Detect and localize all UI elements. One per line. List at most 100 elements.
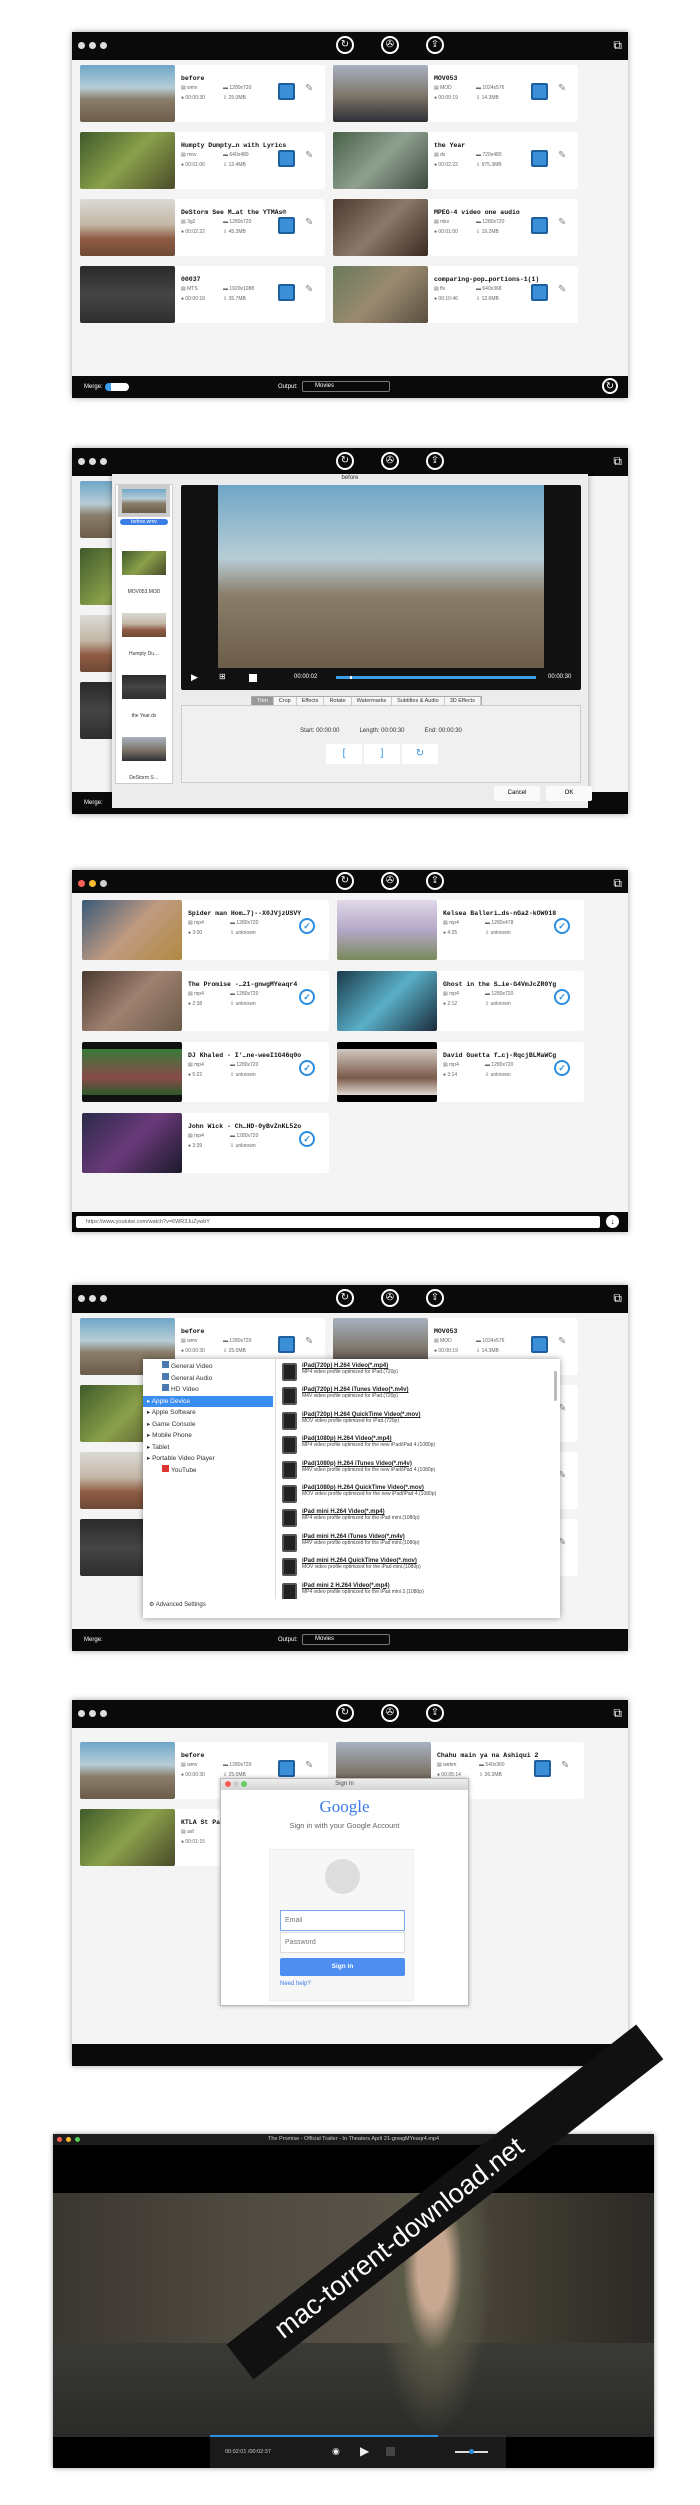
format-icon[interactable]: [531, 150, 548, 167]
download-icon[interactable]: ✇: [381, 452, 399, 470]
window-dot[interactable]: [89, 1295, 96, 1302]
output-select[interactable]: Movies: [302, 381, 390, 392]
window-dot[interactable]: [100, 1295, 107, 1302]
window-dot[interactable]: [89, 1710, 96, 1717]
category-item[interactable]: ▸ Apple Device: [143, 1395, 273, 1407]
format-icon[interactable]: [531, 217, 548, 234]
profile-item[interactable]: iPad(720p) H.264 Video(*.mp4) MP4 video p…: [276, 1359, 553, 1383]
window-dot[interactable]: [89, 42, 96, 49]
video-item[interactable]: John Wick - Ch…HD-0yBvZnKL52o ▤ mp4 ● 3:39…: [82, 1113, 329, 1173]
window-dot[interactable]: [100, 1710, 107, 1717]
category-item[interactable]: YouTube: [143, 1464, 273, 1477]
share-icon[interactable]: ⇪: [426, 36, 444, 54]
volume-slider[interactable]: [455, 2449, 488, 2454]
window-controls[interactable]: [78, 1710, 107, 1717]
window-controls[interactable]: [78, 880, 107, 887]
convert-icon[interactable]: ↻: [336, 36, 354, 54]
edit-pencil-icon[interactable]: ✎: [558, 284, 566, 295]
check-icon[interactable]: ✓: [554, 989, 570, 1005]
merge-toggle[interactable]: [105, 383, 129, 391]
category-item[interactable]: ▸ Game Console: [143, 1419, 273, 1431]
close-button[interactable]: [225, 1781, 231, 1787]
window-dot[interactable]: [100, 42, 107, 49]
edit-pencil-icon[interactable]: ✎: [558, 1336, 566, 1347]
check-icon[interactable]: ✓: [554, 918, 570, 934]
category-item[interactable]: ▸ Apple Software: [143, 1407, 273, 1419]
edit-pencil-icon[interactable]: ✎: [305, 217, 313, 228]
window-dot[interactable]: [100, 458, 107, 465]
toolbox-icon[interactable]: ⧉: [613, 1706, 622, 1721]
edit-pencil-icon[interactable]: ✎: [305, 83, 313, 94]
format-icon[interactable]: [278, 284, 295, 301]
profile-item[interactable]: iPad mini 2 H.264 Video(*.mp4) MP4 video …: [276, 1579, 553, 1599]
zoom-button[interactable]: [75, 2137, 80, 2142]
convert-icon[interactable]: ↻: [336, 1704, 354, 1722]
share-icon[interactable]: ⇪: [426, 1704, 444, 1722]
check-icon[interactable]: ✓: [299, 1060, 315, 1076]
profile-item[interactable]: iPad(720p) H.264 QuickTime Video(*.mov) M…: [276, 1408, 553, 1432]
toolbox-icon[interactable]: ⧉: [613, 876, 622, 891]
profile-item[interactable]: iPad mini H.264 QuickTime Video(*.mov) MO…: [276, 1554, 553, 1578]
convert-icon[interactable]: ↻: [336, 1289, 354, 1307]
video-item[interactable]: before ▤ wmv ● 00:00:30 ▬ 1280x720 ⇩ 25.0MB ✎: [80, 65, 325, 122]
category-item[interactable]: General Audio: [143, 1372, 273, 1385]
timeline-slider[interactable]: [336, 676, 536, 679]
download-icon[interactable]: ✇: [381, 872, 399, 890]
share-icon[interactable]: ⇪: [426, 452, 444, 470]
tab-subtitles-audio[interactable]: Subtitles & Audio: [392, 697, 445, 705]
window-dot[interactable]: [78, 1710, 85, 1717]
video-item[interactable]: DJ Khaled - I'…ne-weeI1G46q0o ▤ mp4 ● 5:22…: [82, 1042, 329, 1102]
stop-button[interactable]: [386, 2447, 395, 2456]
profile-item[interactable]: iPad mini H.264 iTunes Video(*.m4v) M4V v…: [276, 1530, 553, 1554]
format-icon[interactable]: [531, 284, 548, 301]
category-item[interactable]: ▸ Tablet: [143, 1442, 273, 1454]
file-list-item[interactable]: the Year.dv: [120, 675, 168, 719]
download-icon[interactable]: ✇: [381, 1704, 399, 1722]
file-list-item[interactable]: Humpty Du…: [120, 613, 168, 657]
format-icon[interactable]: [278, 83, 295, 100]
edit-pencil-icon[interactable]: ✎: [561, 1760, 569, 1771]
video-item[interactable]: The Promise -…21-gnwgMYeaqr4 ▤ mp4 ● 2:38 ▬…: [82, 971, 329, 1031]
category-item[interactable]: General Video: [143, 1361, 273, 1373]
ok-button[interactable]: OK: [546, 786, 592, 801]
edit-pencil-icon[interactable]: ✎: [558, 217, 566, 228]
video-item[interactable]: DeStorm See M…at the YTMAs® ▤ 3g2 ● 00:02:…: [80, 199, 325, 256]
tab-trim[interactable]: Trim: [252, 697, 274, 705]
advanced-settings-button[interactable]: ⚙ Advanced Settings: [149, 1601, 206, 1608]
edit-pencil-icon[interactable]: ✎: [558, 150, 566, 161]
window-dot[interactable]: [100, 880, 107, 887]
window-dot[interactable]: [78, 880, 85, 887]
play-button[interactable]: ▶: [360, 2444, 369, 2458]
share-icon[interactable]: ⇪: [426, 1289, 444, 1307]
video-item[interactable]: comparing-pop…portions-1(1) ▤ flv ● 00:10:…: [333, 266, 578, 323]
check-icon[interactable]: ✓: [299, 1131, 315, 1147]
profile-item[interactable]: iPad(720p) H.264 iTunes Video(*.m4v) M4V …: [276, 1383, 553, 1407]
cancel-button[interactable]: Cancel: [494, 786, 540, 801]
tab-crop[interactable]: Crop: [274, 697, 297, 705]
mark-out-button[interactable]: ]: [364, 744, 400, 764]
video-item[interactable]: 00037 ▤ MTS ● 00:00:18 ▬ 1920x1088 ⇩ 35.7MB ✎: [80, 266, 325, 323]
scrollbar[interactable]: [554, 1371, 557, 1401]
convert-start-button[interactable]: ↻: [602, 378, 618, 394]
window-dot[interactable]: [89, 458, 96, 465]
tab-3d-effects[interactable]: 3D Effects: [445, 697, 481, 705]
window-dot[interactable]: [89, 880, 96, 887]
frame-step-button[interactable]: ⊞: [219, 672, 226, 681]
edit-pencil-icon[interactable]: ✎: [558, 83, 566, 94]
need-help-link[interactable]: Need help?: [280, 1981, 311, 1987]
play-button[interactable]: ▶: [191, 672, 198, 683]
video-item[interactable]: the Year ▤ dv ● 00:02:22 ▬ 720x480 ⇩ 975.3MB…: [333, 132, 578, 189]
edit-pencil-icon[interactable]: ✎: [305, 150, 313, 161]
download-icon[interactable]: ✇: [381, 36, 399, 54]
window-dot[interactable]: [78, 42, 85, 49]
download-button[interactable]: ↓: [606, 1215, 619, 1228]
sign-in-button[interactable]: Sign in: [280, 1958, 405, 1976]
window-dot[interactable]: [78, 458, 85, 465]
reset-icon[interactable]: ↻: [402, 744, 438, 764]
file-list-item[interactable]: MOV053.MOD: [120, 551, 168, 595]
video-item[interactable]: Kelsea Balleri…ds-nGa2-kOW018 ▤ mp4 ● 4:25…: [337, 900, 584, 960]
format-icon[interactable]: [278, 217, 295, 234]
check-icon[interactable]: ✓: [299, 989, 315, 1005]
edit-pencil-icon[interactable]: ✎: [305, 284, 313, 295]
password-input[interactable]: [280, 1932, 405, 1953]
